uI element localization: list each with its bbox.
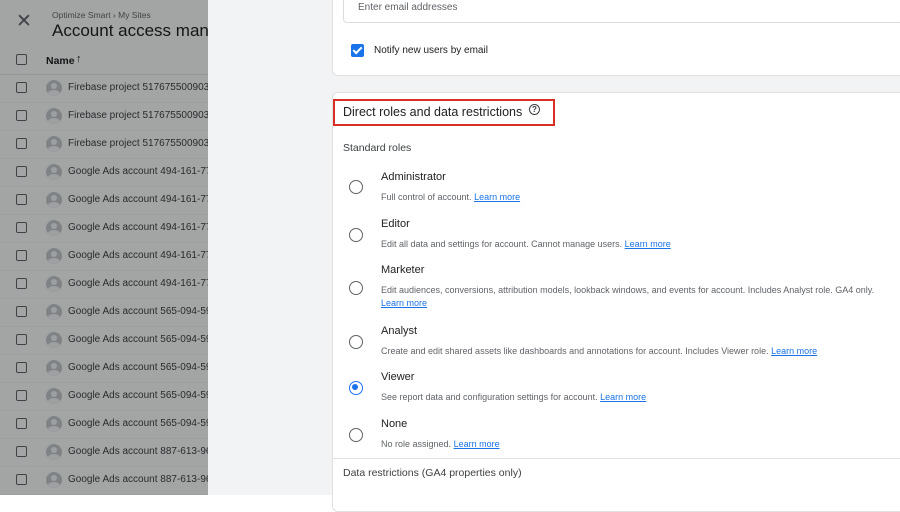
marketer-radio[interactable]	[349, 281, 363, 295]
data-restrictions-label: Data restrictions (GA4 properties only)	[343, 467, 522, 479]
administrator-radio[interactable]	[349, 180, 363, 194]
modal-overlay	[0, 0, 208, 495]
notify-checkbox[interactable]	[351, 44, 364, 57]
role-description: Edit audiences, conversions, attribution…	[381, 285, 875, 308]
add-users-card: Notify new users by email	[332, 0, 900, 76]
role-description: See report data and configuration settin…	[381, 392, 647, 402]
role-name: Viewer	[381, 371, 415, 383]
role-name: Editor	[381, 218, 410, 230]
role-description: Create and edit shared assets like dashb…	[381, 346, 818, 356]
standard-roles-label: Standard roles	[343, 142, 412, 154]
notify-label: Notify new users by email	[374, 45, 488, 56]
learn-more-link[interactable]: Learn more	[600, 392, 646, 402]
learn-more-link[interactable]: Learn more	[381, 298, 427, 308]
learn-more-link[interactable]: Learn more	[625, 239, 671, 249]
help-icon[interactable]: ?	[529, 104, 540, 115]
divider	[333, 458, 900, 459]
section-title: Direct roles and data restrictions	[343, 105, 523, 119]
viewer-radio[interactable]	[349, 381, 363, 395]
learn-more-link[interactable]: Learn more	[771, 346, 817, 356]
access-panel: Notify new users by email Direct roles a…	[208, 0, 900, 512]
email-field[interactable]	[343, 0, 900, 23]
role-description: Edit all data and settings for account. …	[381, 239, 671, 249]
role-description: No role assigned. Learn more	[381, 439, 500, 449]
editor-radio[interactable]	[349, 228, 363, 242]
role-name: None	[381, 418, 408, 430]
roles-card: Direct roles and data restrictions ? Sta…	[332, 92, 900, 512]
role-name: Analyst	[381, 325, 418, 337]
none-radio[interactable]	[349, 428, 363, 442]
role-description: Full control of account. Learn more	[381, 192, 521, 202]
email-input[interactable]	[356, 1, 860, 14]
role-name: Marketer	[381, 264, 425, 276]
learn-more-link[interactable]: Learn more	[474, 192, 520, 202]
analyst-radio[interactable]	[349, 335, 363, 349]
learn-more-link[interactable]: Learn more	[454, 439, 500, 449]
role-name: Administrator	[381, 171, 446, 183]
